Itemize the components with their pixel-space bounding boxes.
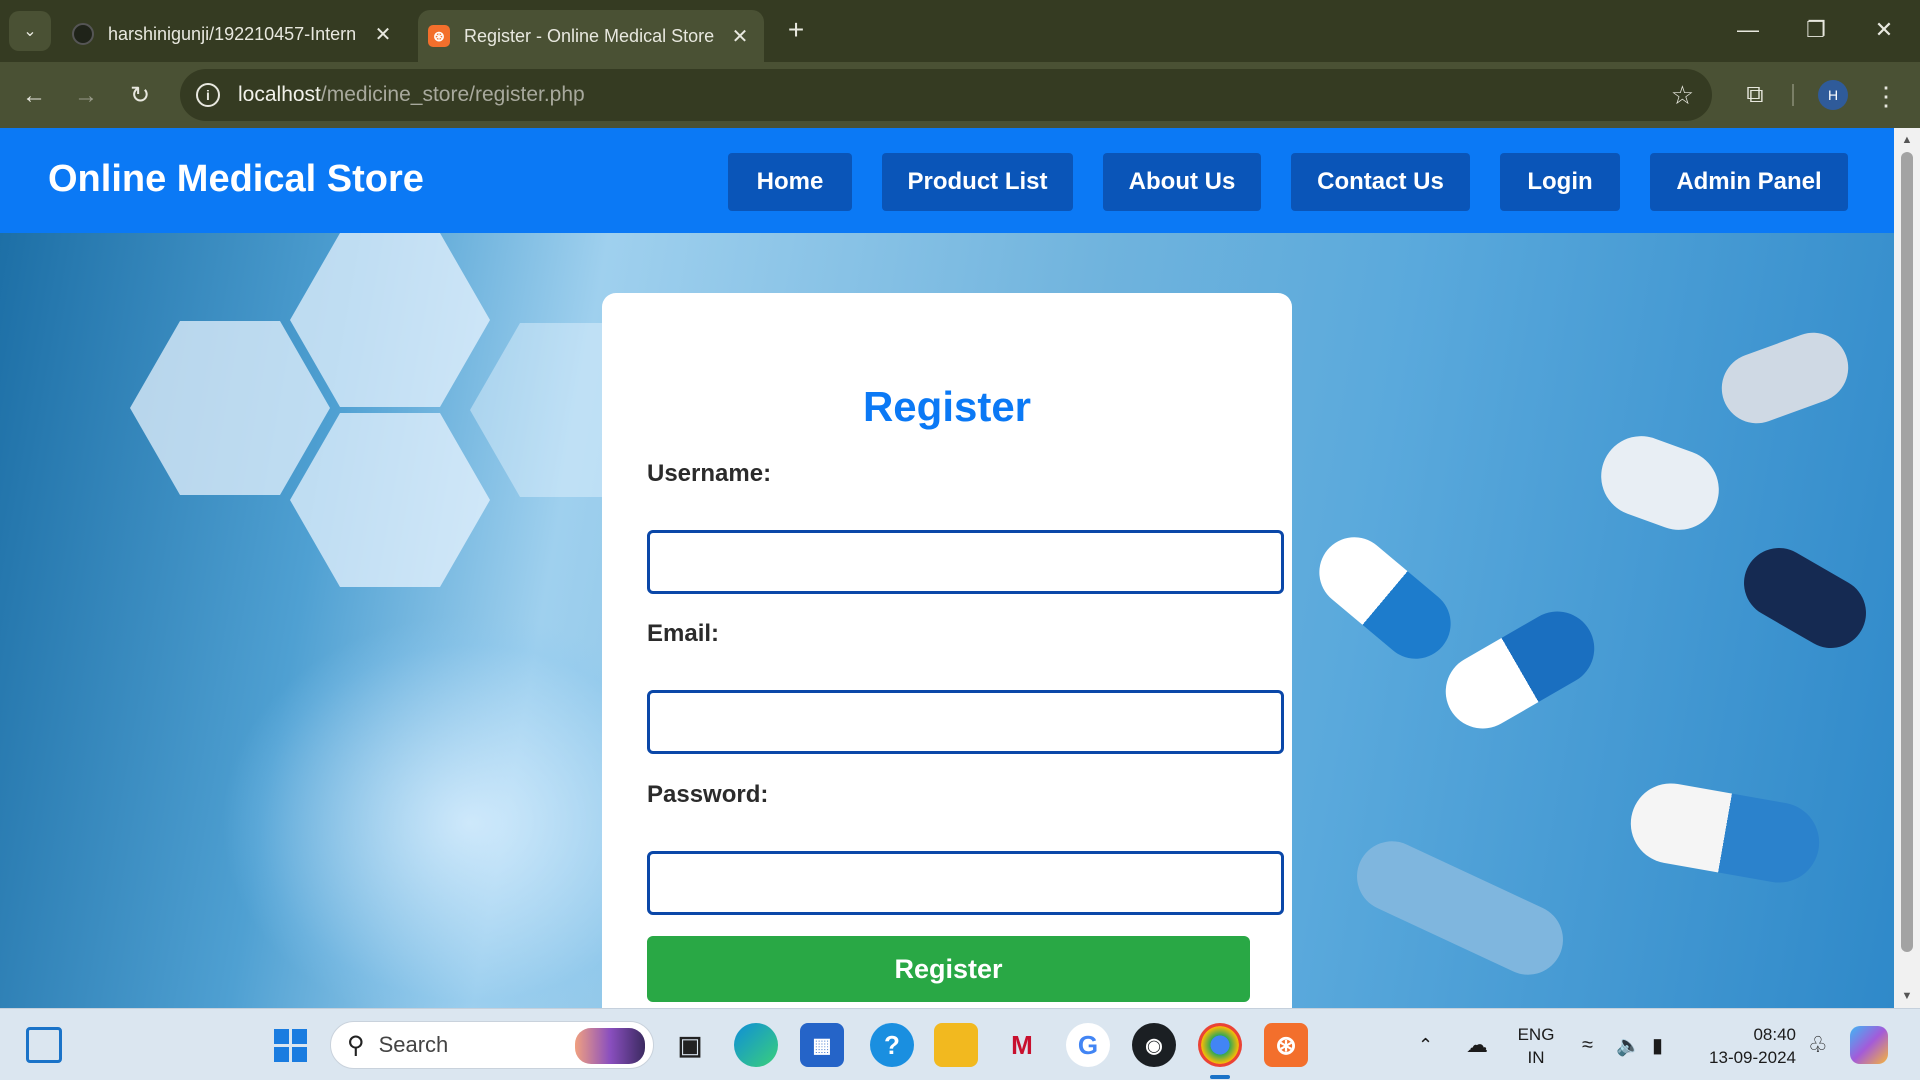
bookmark-star-icon[interactable]: ☆ <box>1671 80 1694 111</box>
clock-time: 08:40 <box>1753 1025 1796 1044</box>
chrome-active-indicator <box>1210 1075 1230 1079</box>
username-input[interactable] <box>647 530 1284 594</box>
copilot-icon[interactable] <box>1850 1026 1888 1064</box>
notification-bell-icon[interactable]: ♧ <box>1808 1009 1828 1080</box>
page-scrollbar[interactable]: ▲ ▼ <box>1894 128 1920 1008</box>
clock-date: 13-09-2024 <box>1709 1048 1796 1067</box>
capsule-graphic <box>1345 829 1575 987</box>
new-tab-button[interactable]: + <box>778 13 814 49</box>
password-label: Password: <box>647 781 769 808</box>
tab-title: Register - Online Medical Store <box>464 25 715 46</box>
password-input[interactable] <box>647 851 1284 915</box>
username-label: Username: <box>647 460 772 487</box>
browser-toolbar: ← → ↻ i localhost/medicine_store/registe… <box>0 62 1920 128</box>
address-bar[interactable]: i localhost/medicine_store/register.php … <box>180 69 1712 121</box>
xampp-favicon-icon: ⊛ <box>428 25 450 47</box>
capsule-graphic <box>1305 522 1465 674</box>
browser-tab-github[interactable]: harshinigunji/192210457-Intern ✕ <box>62 10 407 58</box>
edge-browser-icon[interactable] <box>734 1023 778 1067</box>
google-icon[interactable]: G <box>1066 1023 1110 1067</box>
windows-taskbar: ⚲ Search ▣ ▦ ? M G ◉ ⊛ ⌃ ☁ ENG IN ≈ 🔈 ▮ … <box>0 1008 1920 1080</box>
address-url[interactable]: localhost/medicine_store/register.php <box>238 83 585 107</box>
microsoft-store-icon[interactable]: ▦ <box>800 1023 844 1067</box>
site-info-icon[interactable]: i <box>196 83 220 107</box>
register-card: Register Username: Email: Password: Regi… <box>602 293 1292 1008</box>
scroll-down-arrow-icon[interactable]: ▼ <box>1894 986 1920 1006</box>
language-code: ENG <box>1517 1025 1555 1044</box>
widgets-icon[interactable] <box>26 1027 62 1063</box>
capsule-graphic <box>1432 597 1608 743</box>
more-menu-icon[interactable]: ⋮ <box>1870 76 1902 116</box>
tab-title: harshinigunji/192210457-Intern <box>108 23 357 44</box>
scrollbar-thumb[interactable] <box>1901 152 1913 952</box>
tablet-graphic <box>1589 424 1731 542</box>
wifi-icon[interactable]: ≈ <box>1582 1009 1593 1080</box>
language-indicator[interactable]: ENG IN <box>1516 1023 1556 1069</box>
system-clock[interactable]: 08:40 13-09-2024 <box>1698 1023 1796 1069</box>
site-brand[interactable]: Online Medical Store <box>48 158 424 201</box>
task-view-icon[interactable]: ▣ <box>668 1023 712 1067</box>
search-highlight-icon <box>575 1028 645 1064</box>
medical-hexagon-icon <box>130 321 330 495</box>
capsule-graphic <box>1624 777 1826 889</box>
nav-home[interactable]: Home <box>728 153 852 211</box>
close-icon[interactable]: ✕ <box>726 24 754 49</box>
site-header: Online Medical Store Home Product List A… <box>0 128 1894 233</box>
taskbar-search-label: Search <box>378 1032 449 1057</box>
github-desktop-icon[interactable]: ◉ <box>1132 1023 1176 1067</box>
nav-product-list[interactable]: Product List <box>882 153 1073 211</box>
xampp-icon[interactable]: ⊛ <box>1264 1023 1308 1067</box>
chevron-down-icon: ⌄ <box>23 23 37 40</box>
nav-login[interactable]: Login <box>1500 153 1620 211</box>
back-arrow-icon[interactable]: ← <box>14 76 54 116</box>
windows-start-icon[interactable] <box>268 1023 312 1067</box>
file-explorer-icon[interactable] <box>934 1023 978 1067</box>
profile-avatar[interactable]: H <box>1818 80 1848 110</box>
toolbar-divider <box>1792 84 1794 106</box>
email-input[interactable] <box>647 690 1284 754</box>
language-region: IN <box>1527 1048 1545 1067</box>
scroll-up-arrow-icon[interactable]: ▲ <box>1894 130 1920 150</box>
register-heading: Register <box>862 383 1032 430</box>
close-icon[interactable]: ✕ <box>369 22 397 47</box>
page-viewport: Online Medical Store Home Product List A… <box>0 128 1894 1008</box>
reload-icon[interactable]: ↻ <box>120 76 160 116</box>
tablet-graphic <box>1711 322 1859 434</box>
capsule-graphic <box>1731 535 1879 661</box>
restore-button[interactable]: ❐ <box>1786 10 1846 50</box>
speaker-muted-icon[interactable]: 🔈 <box>1616 1009 1641 1080</box>
url-path: /medicine_store/register.php <box>320 83 585 106</box>
minimize-button[interactable]: — <box>1718 10 1778 50</box>
battery-icon[interactable]: ▮ <box>1652 1009 1663 1080</box>
get-help-icon[interactable]: ? <box>870 1023 914 1067</box>
nav-about-us[interactable]: About Us <box>1103 153 1261 211</box>
show-hidden-icons-chevron-icon[interactable]: ⌃ <box>1418 1009 1433 1080</box>
taskbar-search-box[interactable]: ⚲ Search <box>330 1021 654 1069</box>
browser-titlebar: ⌄ harshinigunji/192210457-Intern ✕ ⊛ Reg… <box>0 0 1920 62</box>
email-label: Email: <box>647 620 720 647</box>
url-host: localhost <box>238 83 321 106</box>
onedrive-cloud-icon[interactable]: ☁ <box>1466 1009 1488 1080</box>
browser-tab-register[interactable]: ⊛ Register - Online Medical Store ✕ <box>418 10 764 62</box>
forward-arrow-icon[interactable]: → <box>66 76 106 116</box>
nav-contact-us[interactable]: Contact Us <box>1291 153 1470 211</box>
first-aid-hexagon-icon <box>290 413 490 587</box>
tab-search-button[interactable]: ⌄ <box>9 11 51 51</box>
github-favicon-icon <box>72 23 94 45</box>
nav-admin-panel[interactable]: Admin Panel <box>1650 153 1848 211</box>
chrome-icon[interactable] <box>1198 1023 1242 1067</box>
molecule-hexagon-icon <box>290 233 490 407</box>
window-close-button[interactable]: ✕ <box>1854 10 1914 50</box>
register-submit-button[interactable]: Register <box>647 936 1250 1002</box>
mcafee-icon[interactable]: M <box>1000 1023 1044 1067</box>
extensions-puzzle-icon[interactable]: ⧉ <box>1738 78 1772 112</box>
search-icon: ⚲ <box>347 1031 365 1059</box>
